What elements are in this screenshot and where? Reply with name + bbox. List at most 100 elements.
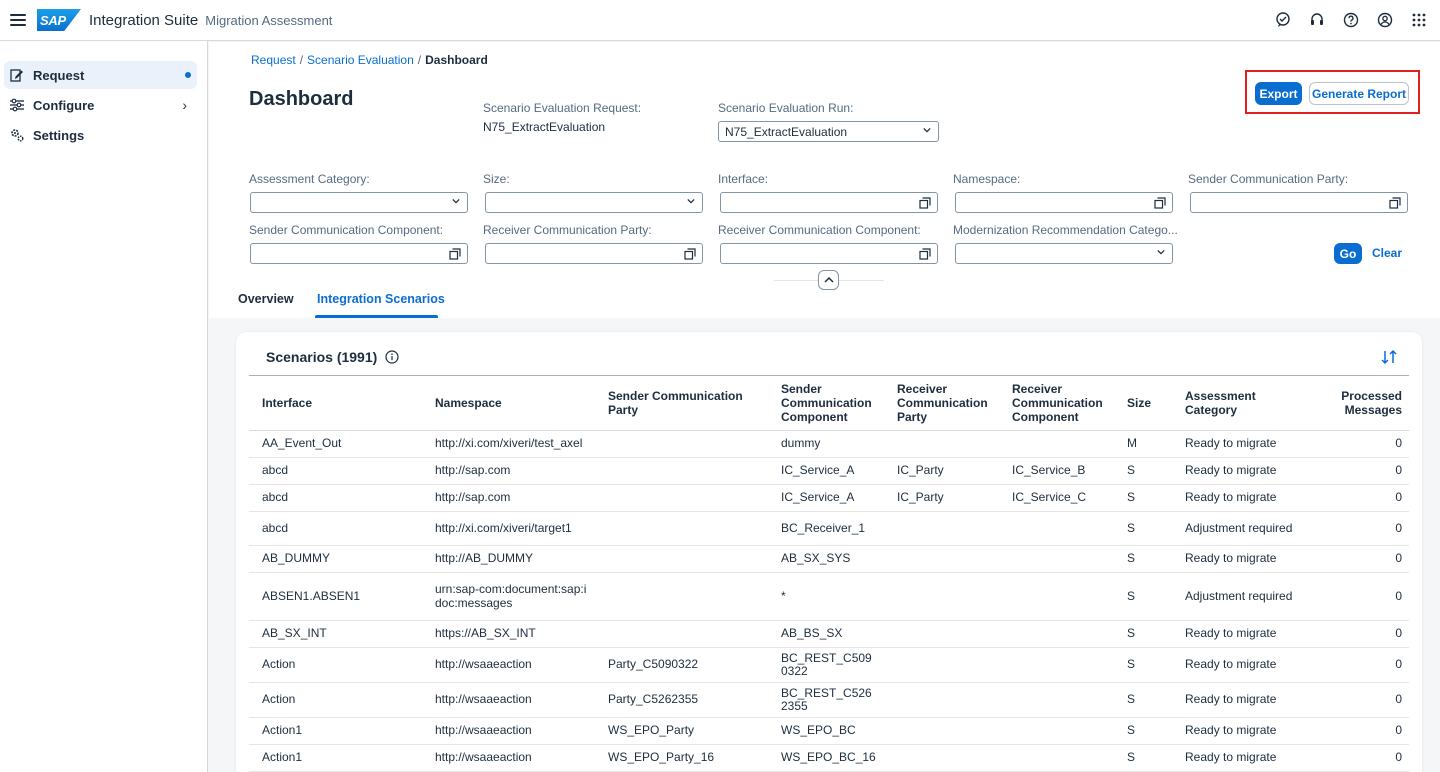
assessment-category-label: Assessment Category: <box>249 172 370 186</box>
sender-component-input[interactable] <box>250 243 468 264</box>
tab-overview[interactable]: Overview <box>238 292 294 306</box>
collapse-header-button[interactable] <box>818 270 839 290</box>
column-header[interactable]: Receiver Communication Component <box>999 375 1114 431</box>
column-header[interactable]: Namespace <box>422 375 595 431</box>
receiver-party-input[interactable] <box>485 243 703 264</box>
column-header[interactable]: Sender Communication Component <box>768 375 884 431</box>
table-title: Scenarios (1991) <box>266 349 399 365</box>
table-cell: BC_REST_C5090322 <box>768 647 884 683</box>
request-label: Scenario Evaluation Request: <box>483 101 642 115</box>
column-header[interactable]: Processed Messages <box>1302 375 1409 431</box>
info-icon[interactable] <box>385 350 399 364</box>
table-cell: S <box>1114 511 1172 546</box>
value-help-icon[interactable] <box>919 248 931 260</box>
value-help-icon[interactable] <box>1154 197 1166 209</box>
table-body: AA_Event_Out http://xi.com/xiveri/test_ax… <box>249 430 1409 772</box>
table-cell: abcd <box>249 511 422 546</box>
table-row[interactable]: AA_Event_Out http://xi.com/xiveri/test_ax… <box>249 430 1409 458</box>
dynamic-page-header: Request / Scenario Evaluation / Dashboar… <box>209 42 1440 318</box>
table-cell: 0 <box>1302 647 1409 683</box>
user-profile-icon[interactable] <box>1374 9 1396 31</box>
chevron-down-icon <box>923 127 931 133</box>
receiver-component-input[interactable] <box>720 243 938 264</box>
size-select[interactable] <box>485 192 703 213</box>
tab-integration-scenarios[interactable]: Integration Scenarios <box>317 292 445 306</box>
table-row[interactable]: Action http://wsaaeaction Party_C5090322 BC… <box>249 647 1409 683</box>
value-help-icon[interactable] <box>449 248 461 260</box>
breadcrumb-link-request[interactable]: Request <box>251 53 296 67</box>
table-row[interactable]: Action1 http://wsaaeaction WS_EPO_Party WS_… <box>249 717 1409 745</box>
interface-input[interactable] <box>720 192 938 213</box>
request-icon <box>8 66 26 84</box>
sender-component-label: Sender Communication Component: <box>249 223 444 237</box>
feedback-icon[interactable] <box>1272 9 1294 31</box>
table-cell <box>884 430 999 458</box>
column-header[interactable]: Interface <box>249 375 422 431</box>
table-row[interactable]: ABSEN1.ABSEN1 urn:sap-com:document:sap:id… <box>249 572 1409 621</box>
value-help-icon[interactable] <box>684 248 696 260</box>
table-row[interactable]: abcd http://sap.com IC_Service_A IC_Party IC… <box>249 484 1409 512</box>
table-cell <box>884 717 999 745</box>
clear-button[interactable]: Clear <box>1372 246 1402 260</box>
run-select[interactable]: N75_ExtractEvaluation <box>718 121 939 142</box>
column-header[interactable]: Size <box>1114 375 1172 431</box>
breadcrumb: Request / Scenario Evaluation / Dashboar… <box>251 53 488 67</box>
column-header[interactable]: Receiver Communication Party <box>884 375 999 431</box>
table-row[interactable]: AB_SX_INT https://AB_SX_INT AB_BS_SX S Ready… <box>249 620 1409 648</box>
table-cell <box>884 682 999 718</box>
table-cell: https://AB_SX_INT <box>422 620 595 648</box>
table-row[interactable]: abcd http://xi.com/xiveri/target1 BC_Recei… <box>249 511 1409 546</box>
table-row[interactable]: Action1 http://wsaaeaction WS_EPO_Party_16… <box>249 744 1409 772</box>
table-cell: Ready to migrate <box>1172 647 1302 683</box>
table-cell: IC_Service_C <box>999 484 1114 512</box>
value-help-icon[interactable] <box>919 197 931 209</box>
nav-item-settings[interactable]: Settings <box>4 121 197 149</box>
sender-party-input[interactable] <box>1190 192 1408 213</box>
table-cell: http://sap.com <box>422 457 595 485</box>
table-cell <box>999 545 1114 573</box>
go-button[interactable]: Go <box>1334 243 1362 264</box>
breadcrumb-link-scenario-evaluation[interactable]: Scenario Evaluation <box>307 53 414 67</box>
table-cell: WS_EPO_BC <box>768 717 884 745</box>
namespace-input[interactable] <box>955 192 1173 213</box>
sort-icon[interactable] <box>1380 348 1398 366</box>
export-button[interactable]: Export <box>1255 82 1302 105</box>
modernization-select[interactable] <box>955 243 1173 264</box>
table-cell <box>884 511 999 546</box>
chevron-down-icon <box>1157 249 1165 255</box>
table-row[interactable]: abcd http://sap.com IC_Service_A IC_Party IC… <box>249 457 1409 485</box>
request-value: N75_ExtractEvaluation <box>483 120 606 134</box>
chevron-right-icon[interactable]: › <box>182 97 187 113</box>
menu-icon[interactable] <box>10 14 26 26</box>
table-cell: http://wsaaeaction <box>422 647 595 683</box>
table-cell: BC_Receiver_1 <box>768 511 884 546</box>
selected-indicator <box>185 72 191 78</box>
table-cell: WS_EPO_BC_16 <box>768 744 884 772</box>
help-icon[interactable] <box>1340 9 1362 31</box>
nav-item-request[interactable]: Request <box>4 61 197 89</box>
column-header[interactable]: Assessment Category <box>1172 375 1302 431</box>
side-navigation: Request Configure › Settings <box>0 41 208 772</box>
table-row[interactable]: Action http://wsaaeaction Party_C5262355 BC… <box>249 682 1409 718</box>
receiver-party-label: Receiver Communication Party: <box>483 223 652 237</box>
table-cell <box>884 647 999 683</box>
value-help-icon[interactable] <box>1389 197 1401 209</box>
table-cell <box>595 511 768 546</box>
table-cell: Ready to migrate <box>1172 717 1302 745</box>
generate-report-button[interactable]: Generate Report <box>1309 82 1409 105</box>
sap-logo[interactable]: SAP <box>37 9 81 31</box>
table-cell <box>999 511 1114 546</box>
table-cell: IC_Service_A <box>768 484 884 512</box>
nav-item-configure[interactable]: Configure › <box>4 91 197 119</box>
table-title-text: Scenarios (1991) <box>266 349 378 365</box>
product-switch-icon[interactable] <box>1408 9 1430 31</box>
table-cell: 0 <box>1302 484 1409 512</box>
sender-party-label: Sender Communication Party: <box>1188 172 1349 186</box>
column-header[interactable]: Sender Communication Party <box>595 375 768 431</box>
table-row[interactable]: AB_DUMMY http://AB_DUMMY AB_SX_SYS S Ready t… <box>249 545 1409 573</box>
assessment-category-select[interactable] <box>250 192 468 213</box>
support-icon[interactable] <box>1306 9 1328 31</box>
table-cell: IC_Party <box>884 457 999 485</box>
table-cell: http://AB_DUMMY <box>422 545 595 573</box>
table-cell <box>884 744 999 772</box>
